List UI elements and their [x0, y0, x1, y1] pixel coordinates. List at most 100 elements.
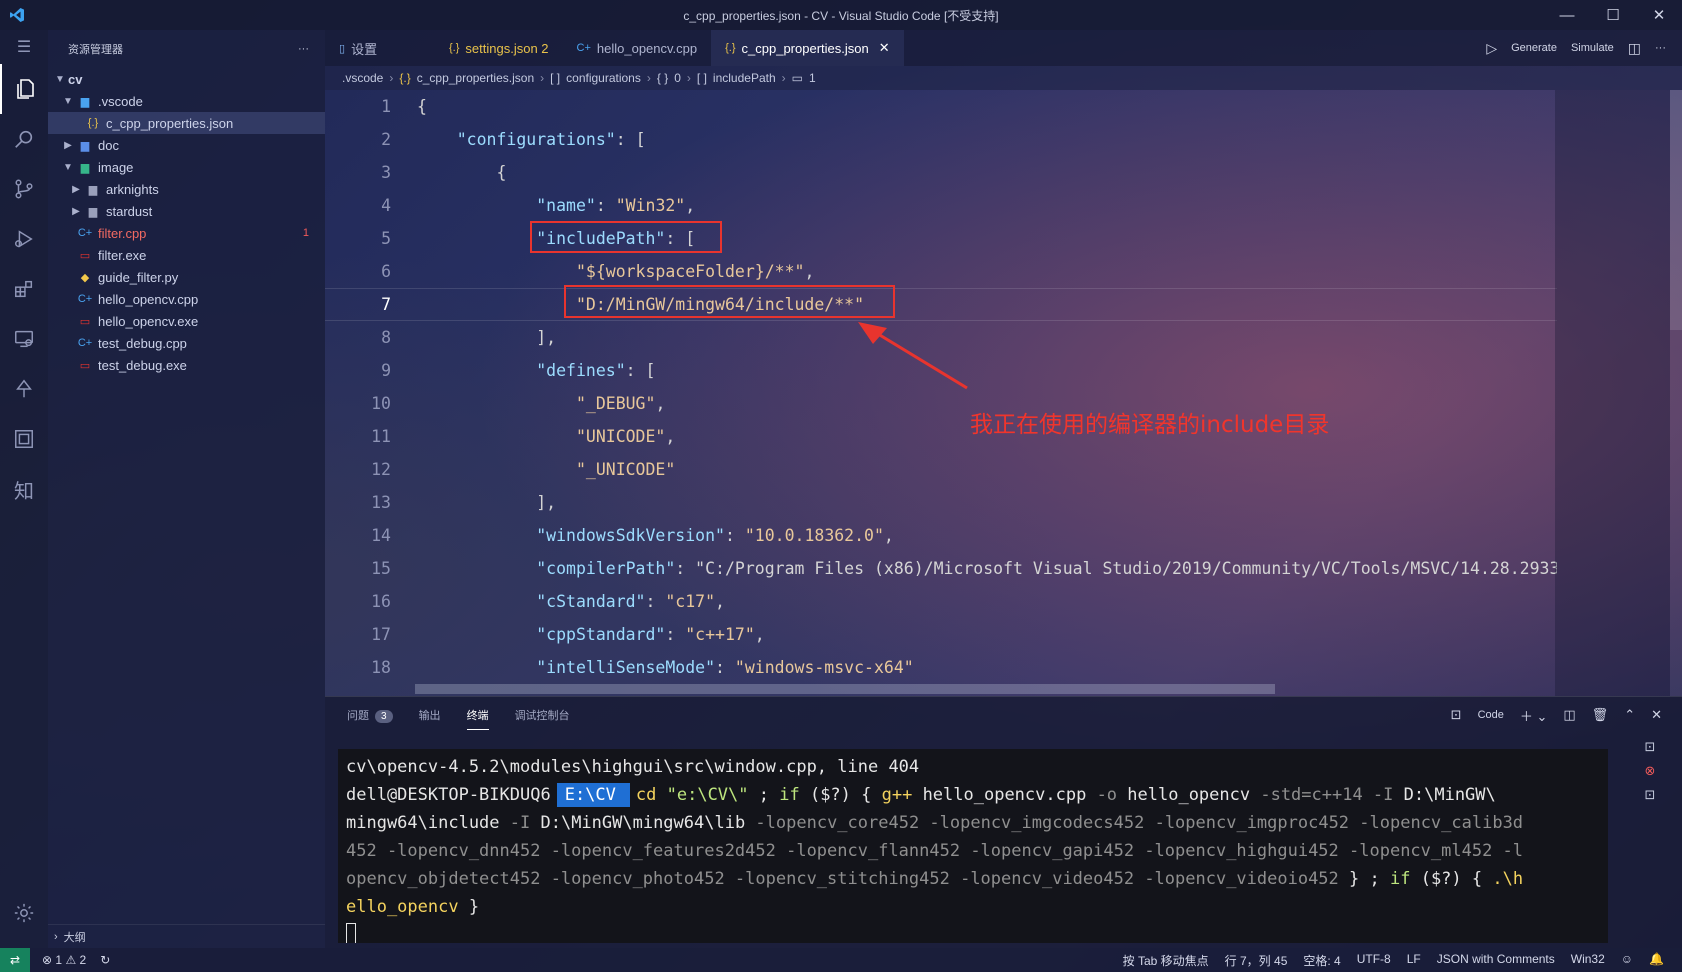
maximize-panel-icon[interactable]: ⌃	[1624, 707, 1635, 723]
feedback-icon[interactable]: ☺	[1621, 952, 1633, 969]
problems-status[interactable]: ⊗ 1 ⚠ 2	[42, 953, 86, 967]
cursor-position[interactable]: 行 7，列 45	[1225, 952, 1288, 969]
tree-root-cv[interactable]: ▼ cv	[48, 68, 325, 90]
string-icon: ▭	[791, 71, 803, 85]
explorer-icon[interactable]	[0, 64, 48, 114]
vertical-scrollbar[interactable]	[1670, 90, 1682, 696]
platform-config[interactable]: Win32	[1571, 952, 1605, 969]
remote-explorer-icon[interactable]	[0, 314, 48, 364]
tree-item-guide-filter-py[interactable]: ◆ guide_filter.py	[48, 266, 325, 288]
minimap[interactable]	[1555, 90, 1670, 696]
close-window-button[interactable]: ✕	[1636, 0, 1682, 30]
code-line[interactable]: 1{	[325, 90, 1557, 123]
tab-settings-json[interactable]: {.} settings.json 2	[435, 30, 563, 66]
code-line[interactable]: 18 "intelliSenseMode": "windows-msvc-x64…	[325, 651, 1557, 684]
terminal-instance-icon[interactable]: ⊡	[1645, 787, 1656, 803]
tree-item-vscode[interactable]: ▼ ▆ .vscode	[48, 90, 325, 112]
horizontal-scrollbar[interactable]	[415, 684, 1275, 694]
zhihu-icon[interactable]: 知	[0, 464, 48, 514]
split-terminal-icon[interactable]: ◫	[1563, 707, 1575, 723]
code-line[interactable]: 15 "compilerPath": "C:/Program Files (x8…	[325, 552, 1557, 585]
tree-view-icon[interactable]	[0, 364, 48, 414]
new-terminal-icon[interactable]: ＋ ⌄	[1520, 706, 1548, 725]
run-debug-icon[interactable]	[0, 214, 48, 264]
cmd-token: "e:\CV\"	[666, 785, 749, 805]
breadcrumb-item[interactable]: c_cpp_properties.json	[417, 71, 534, 85]
code-editor[interactable]: 1{2 "configurations": [3 {4 "name": "Win…	[325, 90, 1557, 696]
more-actions-icon[interactable]: ···	[1655, 42, 1666, 54]
indentation[interactable]: 空格: 4	[1303, 952, 1340, 969]
tree-item-test-debug-exe[interactable]: ▭ test_debug.exe	[48, 354, 325, 376]
play-icon[interactable]: ▷	[1486, 40, 1497, 57]
breadcrumb-item[interactable]: includePath	[713, 71, 776, 85]
close-panel-icon[interactable]: ✕	[1651, 707, 1662, 723]
code-line[interactable]: 2 "configurations": [	[325, 123, 1557, 156]
close-tab-icon[interactable]: ✕	[879, 40, 890, 56]
breadcrumb-item[interactable]: 0	[674, 71, 681, 85]
code-line[interactable]: 6 "${workspaceFolder}/**",	[325, 255, 1557, 288]
terminal-output[interactable]: cv\opencv-4.5.2\modules\highgui\src\wind…	[338, 749, 1608, 943]
code-line[interactable]: 3 {	[325, 156, 1557, 189]
maximize-button[interactable]: ☐	[1590, 0, 1636, 30]
language-mode[interactable]: JSON with Comments	[1437, 952, 1555, 969]
line-number: 18	[371, 658, 391, 677]
cpp-file-icon: C+	[77, 337, 93, 349]
code-text: "name": "Win32",	[536, 196, 696, 215]
line-ending[interactable]: LF	[1407, 952, 1421, 969]
tree-item-test-debug-cpp[interactable]: C+ test_debug.cpp	[48, 332, 325, 354]
tree-item-c-cpp-properties[interactable]: {.} c_cpp_properties.json	[48, 112, 325, 134]
tree-item-filter-exe[interactable]: ▭ filter.exe	[48, 244, 325, 266]
tab-problems[interactable]: 问题 3	[347, 707, 393, 723]
scrollbar-thumb[interactable]	[1670, 90, 1682, 330]
code-line[interactable]: 16 "cStandard": "c17",	[325, 585, 1557, 618]
tab-terminal[interactable]: 终端	[466, 707, 489, 730]
code-line[interactable]: 14 "windowsSdkVersion": "10.0.18362.0",	[325, 519, 1557, 552]
code-line[interactable]: 12 "_UNICODE"	[325, 453, 1557, 486]
settings-gear-icon[interactable]	[0, 888, 48, 938]
notifications-icon[interactable]: 🔔	[1649, 952, 1664, 969]
tab-hello-opencv-cpp[interactable]: C+ hello_opencv.cpp	[563, 30, 712, 66]
outline-section[interactable]: › 大纲	[48, 924, 325, 948]
line-number: 11	[371, 427, 391, 446]
code-line[interactable]: 7 "D:/MinGW/mingw64/include/**"	[325, 288, 1557, 321]
extensions-icon[interactable]	[0, 264, 48, 314]
tab-output[interactable]: 输出	[419, 707, 441, 723]
code-line[interactable]: 4 "name": "Win32",	[325, 189, 1557, 222]
source-control-icon[interactable]	[0, 164, 48, 214]
search-icon[interactable]	[0, 114, 48, 164]
code-line[interactable]: 5 "includePath": [	[325, 222, 1557, 255]
terminal-shell-label[interactable]: Code	[1478, 709, 1504, 721]
split-editor-icon[interactable]: ◫	[1628, 40, 1641, 57]
breadcrumb-item[interactable]: .vscode	[342, 71, 383, 85]
tree-item-doc[interactable]: ▶ ▆ doc	[48, 134, 325, 156]
trash-icon[interactable]: 🗑	[1592, 707, 1609, 723]
encoding[interactable]: UTF-8	[1357, 952, 1391, 969]
breadcrumb-item[interactable]: 1	[809, 71, 816, 85]
tree-item-hello-opencv-exe[interactable]: ▭ hello_opencv.exe	[48, 310, 325, 332]
error-icon: ⊗	[42, 953, 53, 967]
tab-c-cpp-properties[interactable]: {.} c_cpp_properties.json ✕	[711, 30, 904, 66]
breadcrumb-item[interactable]: configurations	[566, 71, 641, 85]
tab-focus-mode[interactable]: 按 Tab 移动焦点	[1123, 952, 1209, 969]
terminal-instance-icon[interactable]: ⊡	[1645, 739, 1656, 755]
more-actions-icon[interactable]: ···	[298, 43, 309, 55]
tab-debug-console[interactable]: 调试控制台	[515, 707, 570, 723]
code-line[interactable]: 17 "cppStandard": "c++17",	[325, 618, 1557, 651]
generate-button[interactable]: Generate	[1511, 42, 1557, 54]
hamburger-menu-icon[interactable]: ☰	[0, 30, 48, 64]
code-line[interactable]: 13 ],	[325, 486, 1557, 519]
minimize-button[interactable]: —	[1544, 0, 1590, 30]
tree-item-stardust[interactable]: ▶ ▆ stardust	[48, 200, 325, 222]
live-share-icon[interactable]: ↻	[100, 953, 110, 967]
tab-settings[interactable]: ▯ 设置	[325, 30, 435, 66]
tree-item-arknights[interactable]: ▶ ▆ arknights	[48, 178, 325, 200]
panel-icon[interactable]	[0, 414, 48, 464]
tree-item-filter-cpp[interactable]: C+ filter.cpp 1	[48, 222, 325, 244]
code-line[interactable]: 11 "UNICODE",	[325, 420, 1557, 453]
tree-item-hello-opencv-cpp[interactable]: C+ hello_opencv.cpp	[48, 288, 325, 310]
terminal-error-icon[interactable]: ⊗	[1645, 763, 1656, 779]
simulate-button[interactable]: Simulate	[1571, 42, 1614, 54]
tree-item-image[interactable]: ▼ ▆ image	[48, 156, 325, 178]
remote-indicator-icon[interactable]: ⇄	[0, 948, 30, 972]
terminal-cursor	[346, 923, 356, 943]
